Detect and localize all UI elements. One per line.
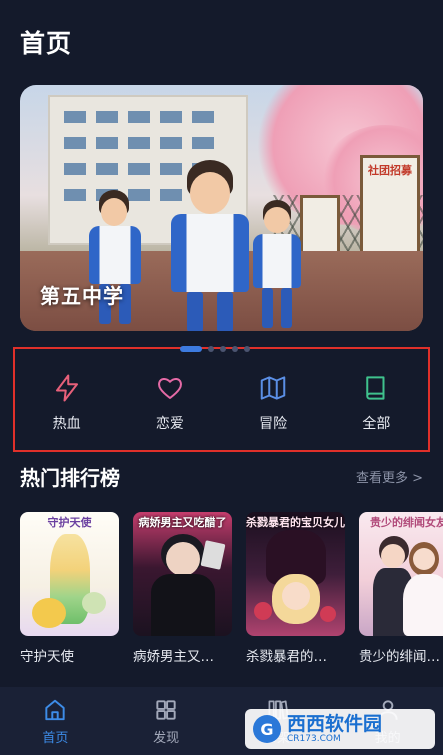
ranking-title: 热门排行榜 (20, 466, 120, 490)
map-icon (260, 375, 286, 400)
category-label: 恋爱 (155, 415, 184, 432)
student-figure-right (250, 200, 305, 331)
page-title: 首页 (20, 29, 73, 58)
student-figure-left (85, 190, 145, 330)
category-label: 全部 (362, 415, 391, 432)
book-cover: 守护天使 (20, 512, 119, 636)
book-card[interactable]: 贵少的绯闻女友 贵少的绯闻… (359, 512, 443, 665)
carousel-dot[interactable] (244, 346, 250, 352)
category-rexue[interactable]: 热血 (22, 373, 112, 433)
grid-icon (156, 699, 176, 720)
nav-discover[interactable]: 发现 (126, 697, 206, 746)
club-board: 社团招募 (360, 155, 420, 265)
book-cover: 病娇男主又吃醋了 (133, 512, 232, 636)
category-maoxian[interactable]: 冒险 (228, 373, 318, 433)
category-bar: 热血 恋爱 冒险 全部 (13, 347, 430, 452)
book-card[interactable]: 病娇男主又吃醋了 病娇男主又… (133, 512, 232, 665)
see-more-link[interactable]: 查看更多 > (356, 467, 423, 486)
book-title: 病娇男主又… (133, 649, 214, 665)
lightning-icon (55, 374, 78, 401)
carousel-dot[interactable] (208, 346, 214, 352)
book-title: 杀戮暴君的… (246, 649, 327, 665)
home-icon (45, 699, 66, 720)
watermark-logo: G (253, 715, 281, 743)
book-cover: 杀戮暴君的宝贝女儿 (246, 512, 345, 636)
nav-home[interactable]: 首页 (15, 697, 95, 746)
banner-caption: 第五中学 (40, 284, 124, 308)
book-title: 贵少的绯闻… (359, 649, 440, 665)
carousel-indicator (180, 346, 250, 352)
watermark-text: 西西软件园 (287, 712, 383, 735)
book-card[interactable]: 守护天使 守护天使 (20, 512, 119, 665)
site-watermark: G 西西软件园 CR173.COM (245, 709, 435, 749)
student-figure-center (165, 160, 255, 331)
ranking-header: 热门排行榜 查看更多 > (20, 462, 423, 491)
book-title: 守护天使 (20, 649, 74, 665)
carousel-dot[interactable] (232, 346, 238, 352)
category-label: 热血 (52, 415, 81, 432)
category-label: 冒险 (259, 415, 288, 432)
nav-label: 首页 (42, 730, 69, 746)
carousel-dot[interactable] (220, 346, 226, 352)
ranking-list: 守护天使 守护天使 病娇男主又吃醋了 病娇男主又… 杀戮暴君的宝贝女儿 杀戮暴君… (20, 512, 443, 665)
category-quanbu[interactable]: 全部 (331, 373, 421, 433)
book-icon (366, 375, 385, 400)
book-cover: 贵少的绯闻女友 (359, 512, 443, 636)
category-lianai[interactable]: 恋爱 (125, 373, 215, 433)
watermark-subtext: CR173.COM (287, 733, 341, 744)
book-card[interactable]: 杀戮暴君的宝贝女儿 杀戮暴君的… (246, 512, 345, 665)
banner-carousel[interactable]: 社团招募 第五中学 (20, 85, 423, 331)
carousel-dot-active[interactable] (180, 346, 202, 352)
heart-icon (157, 377, 182, 399)
nav-label: 发现 (153, 730, 180, 746)
